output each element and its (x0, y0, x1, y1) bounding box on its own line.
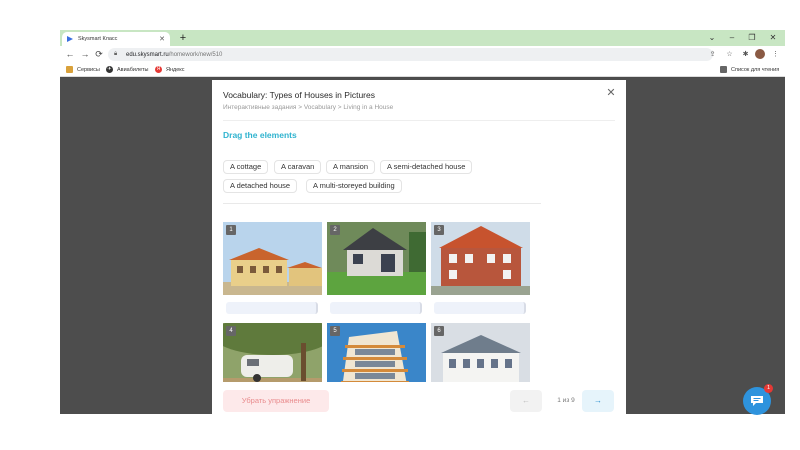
drag-chip-cottage[interactable]: A cottage (223, 160, 269, 174)
restore-button[interactable]: ❐ (742, 31, 762, 45)
back-button[interactable]: ← (64, 49, 76, 60)
lock-icon: 🔒︎ (114, 51, 118, 57)
skysmart-favicon-icon (67, 36, 73, 42)
divider (223, 203, 541, 204)
close-modal-icon[interactable]: ✕ (604, 86, 618, 100)
modal-footer: Убрать упражнение ← 1 из 9 → (212, 382, 626, 414)
extensions-icon[interactable]: ✱ (740, 49, 751, 60)
page-content: Vocabulary: Types of Houses in Pictures … (60, 78, 785, 414)
apps-grid-icon (66, 66, 73, 73)
tab-strip: Skysmart Класс ✕ + ⌄ – ❐ ✕ (60, 30, 785, 46)
minimize-button[interactable]: – (722, 31, 742, 45)
drag-chip-detached[interactable]: A detached house (223, 179, 298, 193)
bookmark-services[interactable]: Сервисы (66, 66, 100, 73)
image-card-2: 2 (327, 222, 426, 314)
bookmark-star-icon[interactable]: ☆ (724, 49, 735, 60)
tab-close-icon[interactable]: ✕ (159, 35, 165, 43)
share-icon[interactable]: ⇪ (707, 49, 718, 60)
card-number: 6 (434, 326, 444, 336)
image-card-1: 1 (223, 222, 322, 314)
remove-exercise-button[interactable]: Убрать упражнение (223, 390, 329, 412)
tab-search-icon[interactable]: ⌄ (702, 31, 722, 45)
reload-button[interactable]: ⟳ (93, 49, 105, 60)
bookmark-label: Сервисы (77, 66, 100, 73)
new-tab-button[interactable]: + (177, 32, 189, 44)
drag-chip-mansion[interactable]: A mansion (326, 160, 376, 174)
chat-bubble-icon (751, 396, 763, 406)
url-host: edu.skysmart.ru (126, 51, 169, 58)
image-card-3: 3 (431, 222, 530, 314)
drop-zone[interactable] (330, 302, 422, 314)
airplane-icon: ✈ (106, 66, 113, 73)
house-photo: 1 (223, 222, 322, 295)
notification-badge: 1 (764, 384, 773, 393)
bookmarks-bar: Сервисы ✈ Авиабилеты Я Яндекс Список для… (60, 63, 785, 77)
drag-chip-caravan[interactable]: A caravan (274, 160, 322, 174)
reading-list-label: Список для чтения (731, 66, 780, 73)
profile-avatar[interactable] (755, 49, 765, 59)
bookmark-label: Авиабилеты (117, 66, 149, 73)
bookmark-yandex[interactable]: Я Яндекс (155, 66, 185, 73)
reading-list-button[interactable]: Список для чтения (720, 66, 779, 73)
bookmark-avia[interactable]: ✈ Авиабилеты (106, 66, 149, 73)
drag-chip-multi-storeyed[interactable]: A multi-storeyed building (306, 179, 402, 193)
forward-button[interactable]: → (79, 49, 91, 60)
house-photo: 2 (327, 222, 426, 295)
menu-dots-icon[interactable]: ⋮ (770, 49, 781, 60)
address-bar[interactable]: 🔒︎ edu.skysmart.ru /homework/new/510 (108, 48, 713, 61)
prev-page-button[interactable]: ← (510, 390, 542, 412)
card-number: 5 (330, 326, 340, 336)
breadcrumb: Интерактивные задания > Vocabulary > Liv… (223, 104, 394, 111)
instruction-text: Drag the elements (223, 130, 297, 140)
divider (223, 120, 615, 121)
card-number: 1 (226, 225, 236, 235)
card-number: 4 (226, 326, 236, 336)
yandex-icon: Я (155, 66, 162, 73)
tab-title: Skysmart Класс (78, 36, 118, 42)
drop-zone[interactable] (226, 302, 318, 314)
card-number: 2 (330, 225, 340, 235)
bookmark-label: Яндекс (166, 66, 185, 73)
browser-toolbar: ← → ⟳ 🔒︎ edu.skysmart.ru /homework/new/5… (60, 46, 785, 63)
reading-list-icon (720, 66, 727, 73)
house-photo: 3 (431, 222, 530, 295)
drop-zone[interactable] (434, 302, 526, 314)
exercise-modal: Vocabulary: Types of Houses in Pictures … (212, 80, 626, 414)
close-window-button[interactable]: ✕ (763, 31, 783, 45)
drag-chip-semi-detached[interactable]: A semi-detached house (380, 160, 473, 174)
card-number: 3 (434, 225, 444, 235)
screen: Skysmart Класс ✕ + ⌄ – ❐ ✕ ← → ⟳ 🔒︎ edu.… (0, 0, 800, 450)
browser-tab[interactable]: Skysmart Класс ✕ (62, 32, 170, 46)
url-path: /homework/new/510 (168, 51, 223, 58)
page-indicator: 1 из 9 (557, 397, 575, 404)
modal-title: Vocabulary: Types of Houses in Pictures (223, 90, 375, 100)
browser-window: Skysmart Класс ✕ + ⌄ – ❐ ✕ ← → ⟳ 🔒︎ edu.… (60, 30, 785, 414)
next-page-button[interactable]: → (582, 390, 614, 412)
